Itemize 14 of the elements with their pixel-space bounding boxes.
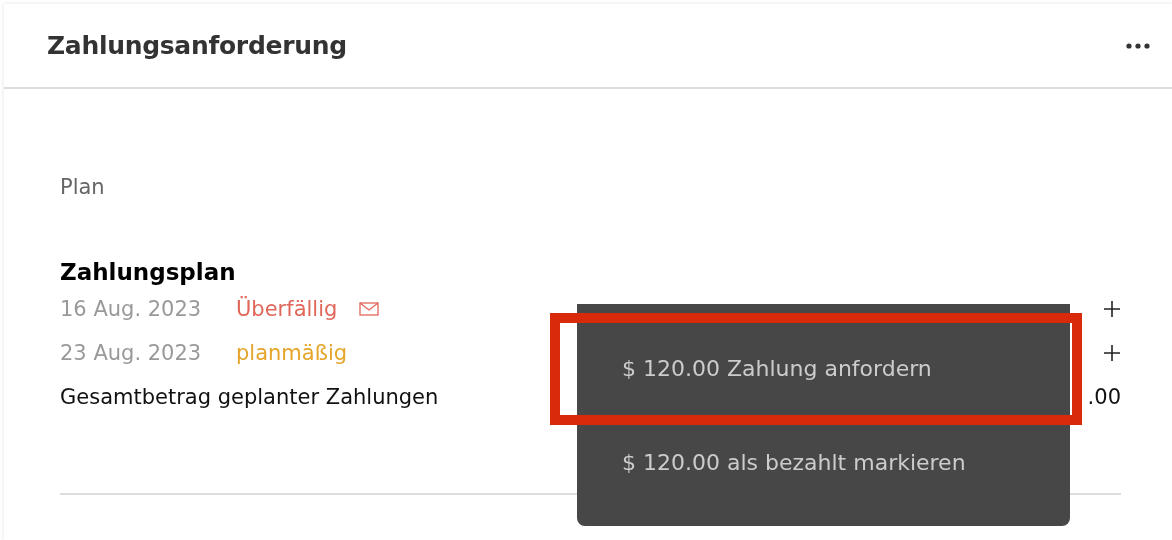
plan-title: Zahlungsplan <box>60 258 237 287</box>
menu-item[interactable]: $ 120.00 Zahlung anfordern <box>550 313 1082 425</box>
total-label: Gesamtbetrag geplanter Zahlungen <box>60 385 439 409</box>
plus-icon[interactable] <box>1103 344 1121 362</box>
section-label: Plan <box>60 175 106 201</box>
payment-date: 23 Aug. 2023 <box>60 341 203 365</box>
payment-date: 16 Aug. 2023 <box>60 297 203 321</box>
total-amount: .00 <box>1087 385 1121 409</box>
menu-item[interactable]: $ 120.00 als bezahlt markieren <box>577 425 1070 501</box>
more-icon <box>1126 42 1150 49</box>
panel-title: Zahlungsanforderung <box>47 31 348 60</box>
payment-status: Überfällig <box>236 297 338 321</box>
payment-status: planmäßig <box>236 341 348 365</box>
plus-icon[interactable] <box>1103 300 1121 318</box>
